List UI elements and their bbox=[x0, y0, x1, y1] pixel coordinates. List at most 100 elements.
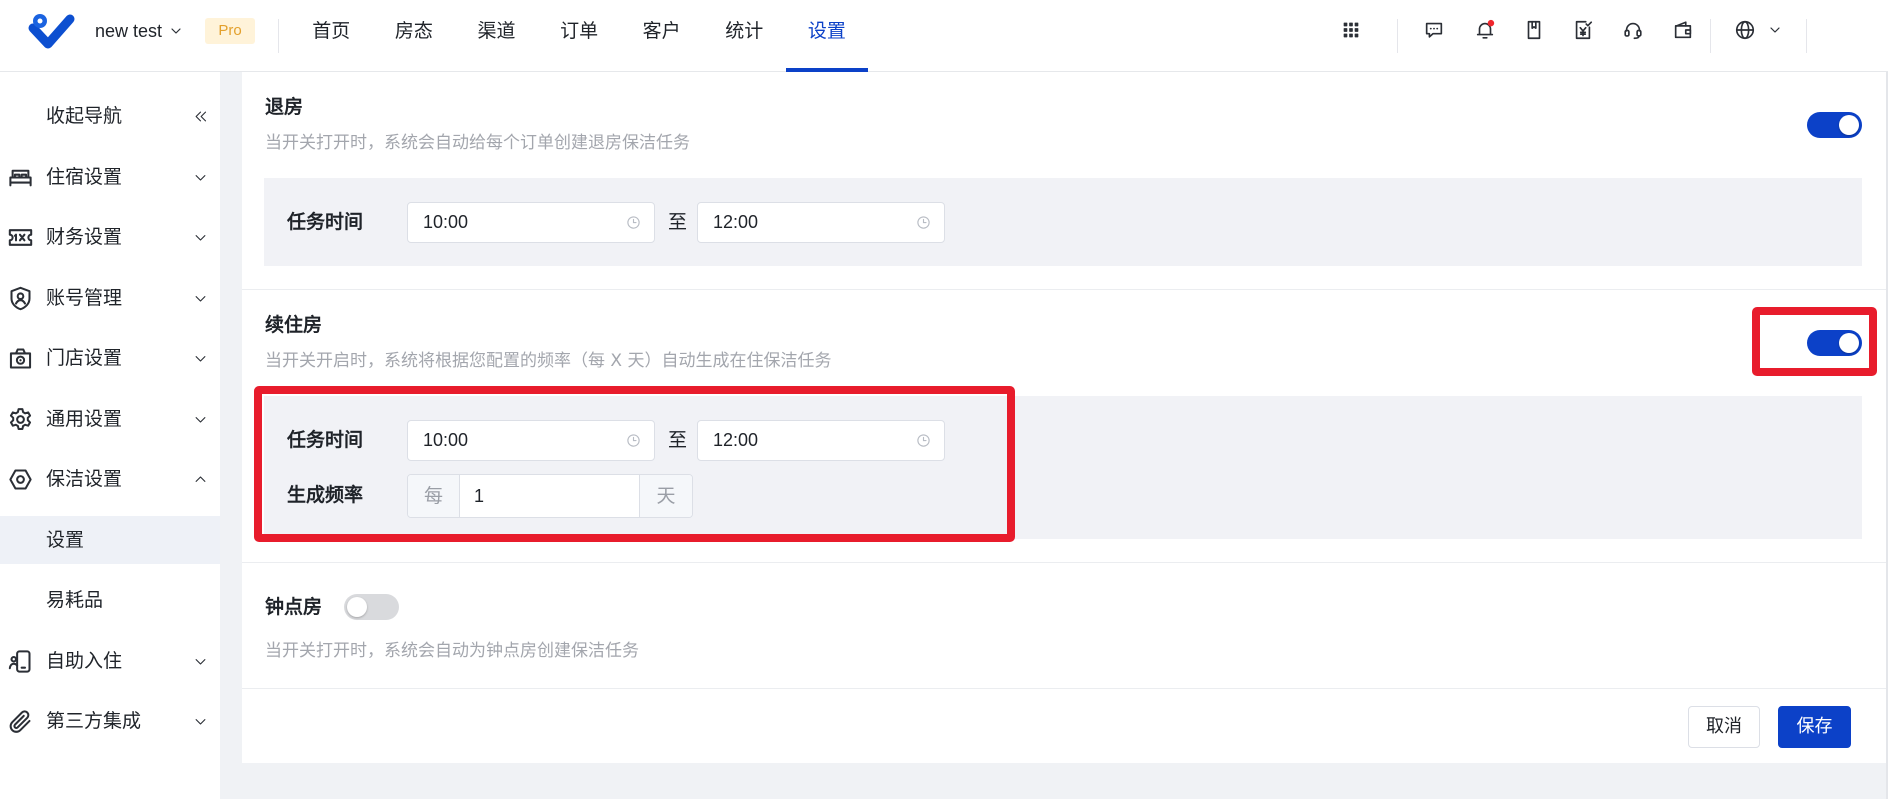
section-title: 钟点房 bbox=[265, 596, 323, 618]
nav-home[interactable]: 首页 bbox=[290, 0, 373, 71]
end-time-value: 12:00 bbox=[713, 430, 759, 450]
frequency-label: 生成频率 bbox=[287, 484, 364, 506]
start-time-picker[interactable]: 10:00 bbox=[407, 420, 655, 461]
frequency-prefix: 每 bbox=[408, 475, 460, 517]
book-icon[interactable] bbox=[1520, 16, 1548, 44]
section-divider bbox=[242, 289, 1886, 290]
apps-grid-icon[interactable] bbox=[1337, 16, 1365, 44]
section-divider bbox=[242, 688, 1886, 689]
sidebar-item-label: 保洁设置 bbox=[46, 468, 123, 490]
collapse-nav-button[interactable]: 收起导航 bbox=[0, 92, 220, 141]
task-time-label: 任务时间 bbox=[287, 429, 364, 451]
finance-icon bbox=[7, 224, 34, 251]
customer-service-icon[interactable] bbox=[1619, 16, 1647, 44]
chevron-down-icon bbox=[193, 654, 208, 669]
chevron-down-icon[interactable] bbox=[1767, 22, 1783, 38]
nav-settings[interactable]: 设置 bbox=[785, 0, 869, 72]
chevron-down-icon bbox=[168, 23, 184, 39]
sidebar-item-label: 自助入住 bbox=[46, 649, 123, 672]
nav-channels[interactable]: 渠道 bbox=[455, 0, 538, 71]
sidebar-item-store-settings[interactable]: 门店设置 bbox=[0, 334, 220, 383]
frequency-suffix: 天 bbox=[639, 475, 692, 517]
sidebar-item-general-settings[interactable]: 通用设置 bbox=[0, 395, 220, 444]
section-description: 当开关开启时，系统将根据您配置的频率（每 X 天）自动生成在住保洁任务 bbox=[265, 351, 832, 371]
brand-logo-icon[interactable] bbox=[26, 11, 76, 51]
end-time-picker[interactable]: 12:00 bbox=[697, 202, 945, 243]
sidebar-item-label: 通用设置 bbox=[46, 407, 123, 430]
message-icon[interactable] bbox=[1420, 16, 1448, 44]
section-description: 当开关打开时，系统会自动给每个订单创建退房保洁任务 bbox=[265, 133, 690, 153]
header-divider bbox=[278, 19, 279, 53]
sidebar-item-self-checkin[interactable]: 自助入住 bbox=[0, 637, 220, 686]
main-nav: 首页 房态 渠道 订单 客户 统计 设置 bbox=[290, 0, 869, 72]
clock-icon bbox=[626, 215, 641, 230]
toggle-knob bbox=[1839, 115, 1859, 135]
clock-icon bbox=[916, 215, 931, 230]
toolbar-divider bbox=[1710, 19, 1711, 53]
side-navigation: 收起导航 住宿设置 财务设置 账号管理 门店设置 通用设置 保洁设置 设置 易耗… bbox=[0, 72, 220, 799]
cleaning-icon bbox=[7, 466, 34, 493]
stay-over-cleaning-toggle[interactable] bbox=[1807, 330, 1862, 356]
chevron-down-icon bbox=[193, 351, 208, 366]
nav-customers[interactable]: 客户 bbox=[620, 0, 703, 71]
sidebar-item-label: 门店设置 bbox=[46, 347, 123, 369]
language-globe-icon[interactable] bbox=[1731, 16, 1759, 44]
section-divider bbox=[242, 562, 1886, 563]
chevron-down-icon bbox=[193, 170, 208, 185]
top-header: new test Pro 首页 房态 渠道 订单 客户 统计 设置 bbox=[0, 0, 1888, 72]
section-title: 退房 bbox=[265, 96, 304, 118]
save-button[interactable]: 保存 bbox=[1778, 706, 1851, 748]
nav-statistics[interactable]: 统计 bbox=[703, 0, 786, 71]
toggle-knob bbox=[347, 597, 367, 617]
nav-room-status[interactable]: 房态 bbox=[373, 0, 456, 71]
sidebar-item-account-management[interactable]: 账号管理 bbox=[0, 274, 220, 323]
collapse-nav-label: 收起导航 bbox=[46, 105, 123, 127]
clock-icon bbox=[626, 433, 641, 448]
frequency-days-input[interactable]: 1 bbox=[460, 475, 639, 517]
self-checkin-icon bbox=[7, 648, 34, 675]
toggle-knob bbox=[1839, 333, 1859, 353]
paperclip-icon bbox=[7, 708, 34, 735]
checkout-cleaning-toggle[interactable] bbox=[1807, 112, 1862, 138]
cleaning-settings-card: 退房 当开关打开时，系统会自动给每个订单创建退房保洁任务 任务时间 10:00 … bbox=[242, 72, 1886, 763]
task-time-label: 任务时间 bbox=[287, 211, 364, 233]
gear-icon bbox=[7, 406, 34, 433]
chevron-down-icon bbox=[193, 714, 208, 729]
chevron-up-icon bbox=[193, 472, 208, 487]
store-switcher[interactable]: new test bbox=[95, 16, 184, 46]
toolbar-divider bbox=[1806, 19, 1807, 53]
start-time-value: 10:00 bbox=[423, 430, 469, 450]
sidebar-subitem-consumables[interactable]: 易耗品 bbox=[0, 576, 220, 625]
sidebar-subitem-label: 易耗品 bbox=[46, 589, 104, 611]
chevron-down-icon bbox=[193, 291, 208, 306]
start-time-picker[interactable]: 10:00 bbox=[407, 202, 655, 243]
sidebar-subitem-cleaning-config[interactable]: 设置 bbox=[0, 515, 220, 564]
stay-over-task-panel: 任务时间 10:00 至 12:00 生成频率 每 1 天 bbox=[264, 396, 1862, 539]
toolbar-divider bbox=[1397, 19, 1398, 53]
wallet-icon[interactable] bbox=[1669, 16, 1697, 44]
nav-orders[interactable]: 订单 bbox=[538, 0, 621, 71]
frequency-input-group: 每 1 天 bbox=[407, 474, 693, 518]
range-separator: 至 bbox=[668, 211, 688, 233]
hourly-room-cleaning-toggle[interactable] bbox=[344, 594, 399, 620]
clock-icon bbox=[916, 433, 931, 448]
sidebar-item-cleaning-settings[interactable]: 保洁设置 bbox=[0, 455, 220, 504]
plan-badge: Pro bbox=[205, 18, 255, 44]
sidebar-item-label: 账号管理 bbox=[46, 286, 123, 309]
sidebar-item-third-party-integration[interactable]: 第三方集成 bbox=[0, 697, 220, 746]
store-icon bbox=[7, 345, 34, 372]
sidebar-subitem-label: 设置 bbox=[46, 528, 85, 551]
sidebar-item-label: 住宿设置 bbox=[46, 165, 123, 188]
account-shield-icon bbox=[7, 285, 34, 312]
section-description: 当开关打开时，系统会自动为钟点房创建保洁任务 bbox=[265, 641, 639, 661]
bed-icon bbox=[7, 164, 34, 191]
invoice-icon[interactable] bbox=[1569, 16, 1597, 44]
section-title: 续住房 bbox=[265, 314, 323, 336]
sidebar-item-finance-settings[interactable]: 财务设置 bbox=[0, 213, 220, 262]
end-time-picker[interactable]: 12:00 bbox=[697, 420, 945, 461]
notification-bell-icon[interactable] bbox=[1471, 16, 1499, 44]
cancel-button[interactable]: 取消 bbox=[1688, 706, 1760, 748]
start-time-value: 10:00 bbox=[423, 212, 469, 232]
sidebar-item-lodging-settings[interactable]: 住宿设置 bbox=[0, 153, 220, 202]
range-separator: 至 bbox=[668, 429, 688, 451]
